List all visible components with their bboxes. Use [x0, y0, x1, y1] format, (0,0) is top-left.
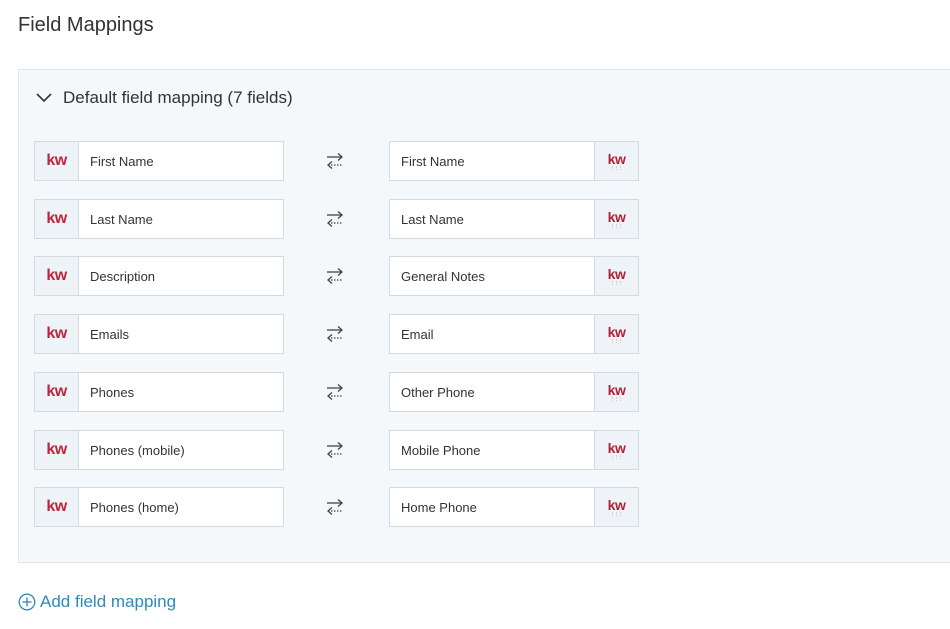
target-field-label: Other Phone: [401, 384, 475, 400]
target-logo-text: kw: [607, 496, 626, 513]
target-field[interactable]: Home Phone kw ⋮⋮⋮: [389, 487, 639, 527]
source-field[interactable]: kw First Name: [34, 141, 284, 181]
target-logo-subtext: ⋮⋮⋮: [610, 510, 623, 516]
panel-header[interactable]: Default field mapping (7 fields): [35, 86, 293, 110]
swap-arrows-icon: [327, 268, 343, 284]
target-logo: kw ⋮⋮⋮: [594, 142, 638, 180]
swap-arrows-icon: [327, 326, 343, 342]
mapping-row: kw Last Name Last Name kw ⋮⋮⋮: [34, 199, 640, 239]
target-field[interactable]: General Notes kw ⋮⋮⋮: [389, 256, 639, 296]
target-logo-subtext: ⋮⋮⋮: [610, 337, 623, 343]
target-field[interactable]: Email kw ⋮⋮⋮: [389, 314, 639, 354]
target-logo-text: kw: [607, 323, 626, 340]
swap-arrows-icon: [327, 384, 343, 400]
source-logo-text: kw: [46, 441, 67, 458]
plus-circle-icon: [18, 593, 36, 611]
source-logo: kw: [35, 373, 79, 411]
target-logo-text: kw: [607, 208, 626, 225]
source-logo-text: kw: [46, 325, 67, 342]
target-logo-subtext: ⋮⋮⋮: [610, 395, 623, 401]
source-field[interactable]: kw Phones (home): [34, 487, 284, 527]
target-logo: kw ⋮⋮⋮: [594, 488, 638, 526]
source-logo-text: kw: [46, 210, 67, 227]
target-field-label: Last Name: [401, 211, 464, 227]
target-logo: kw ⋮⋮⋮: [594, 257, 638, 295]
swap-arrows-icon: [327, 499, 343, 515]
target-logo: kw ⋮⋮⋮: [594, 200, 638, 238]
source-field-label: Emails: [90, 326, 130, 342]
source-field-label: Phones: [90, 384, 135, 400]
source-logo: kw: [35, 488, 79, 526]
source-field-label: First Name: [90, 153, 154, 169]
source-logo: kw: [35, 315, 79, 353]
target-field[interactable]: Other Phone kw ⋮⋮⋮: [389, 372, 639, 412]
source-logo: kw: [35, 257, 79, 295]
swap-arrows-icon: [327, 211, 343, 227]
target-field[interactable]: First Name kw ⋮⋮⋮: [389, 141, 639, 181]
target-logo-text: kw: [607, 265, 626, 282]
source-field-label: Description: [90, 268, 156, 284]
panel-title: Default field mapping (7 fields): [63, 88, 293, 107]
chevron-down-icon[interactable]: [35, 89, 53, 107]
source-field[interactable]: kw Phones (mobile): [34, 430, 284, 470]
source-logo: kw: [35, 142, 79, 180]
mapping-row: kw First Name First Name kw ⋮⋮⋮: [34, 141, 640, 181]
source-field-label: Last Name: [90, 211, 153, 227]
target-logo-subtext: ⋮⋮⋮: [610, 453, 623, 459]
target-field[interactable]: Mobile Phone kw ⋮⋮⋮: [389, 430, 639, 470]
target-logo-subtext: ⋮⋮⋮: [610, 164, 623, 170]
target-logo: kw ⋮⋮⋮: [594, 373, 638, 411]
source-field[interactable]: kw Emails: [34, 314, 284, 354]
target-field-label: Mobile Phone: [401, 442, 481, 458]
mapping-row: kw Phones Other Phone kw ⋮⋮⋮: [34, 372, 640, 412]
page-title: Field Mappings: [18, 14, 154, 36]
target-logo: kw ⋮⋮⋮: [594, 431, 638, 469]
add-field-mapping-button[interactable]: Add field mapping: [18, 590, 176, 614]
target-field[interactable]: Last Name kw ⋮⋮⋮: [389, 199, 639, 239]
add-field-mapping-label: Add field mapping: [40, 592, 177, 611]
source-field-label: Phones (mobile): [90, 442, 185, 458]
source-logo-text: kw: [46, 498, 67, 515]
source-logo-text: kw: [46, 383, 67, 400]
source-field[interactable]: kw Phones: [34, 372, 284, 412]
target-logo-text: kw: [607, 439, 626, 456]
mapping-row: kw Description General Notes kw ⋮⋮⋮: [34, 256, 640, 296]
source-logo: kw: [35, 431, 79, 469]
mapping-row: kw Phones (mobile) Mobile Phone kw ⋮⋮⋮: [34, 430, 640, 470]
target-logo-text: kw: [607, 150, 626, 167]
target-logo-subtext: ⋮⋮⋮: [610, 222, 623, 228]
source-field[interactable]: kw Last Name: [34, 199, 284, 239]
target-field-label: Home Phone: [401, 499, 477, 515]
swap-arrows-icon: [327, 442, 343, 458]
mapping-row: kw Emails Email kw ⋮⋮⋮: [34, 314, 640, 354]
source-field[interactable]: kw Description: [34, 256, 284, 296]
source-logo-text: kw: [46, 152, 67, 169]
target-field-label: First Name: [401, 153, 465, 169]
target-logo-subtext: ⋮⋮⋮: [610, 279, 623, 285]
target-logo-text: kw: [607, 381, 626, 398]
mapping-panel: Default field mapping (7 fields) kw Firs…: [18, 69, 950, 563]
source-field-label: Phones (home): [90, 499, 179, 515]
mapping-row: kw Phones (home) Home Phone kw ⋮⋮⋮: [34, 487, 640, 527]
target-field-label: General Notes: [401, 268, 485, 284]
source-logo-text: kw: [46, 267, 67, 284]
target-logo: kw ⋮⋮⋮: [594, 315, 638, 353]
target-field-label: Email: [401, 326, 434, 342]
swap-arrows-icon: [327, 153, 343, 169]
source-logo: kw: [35, 200, 79, 238]
